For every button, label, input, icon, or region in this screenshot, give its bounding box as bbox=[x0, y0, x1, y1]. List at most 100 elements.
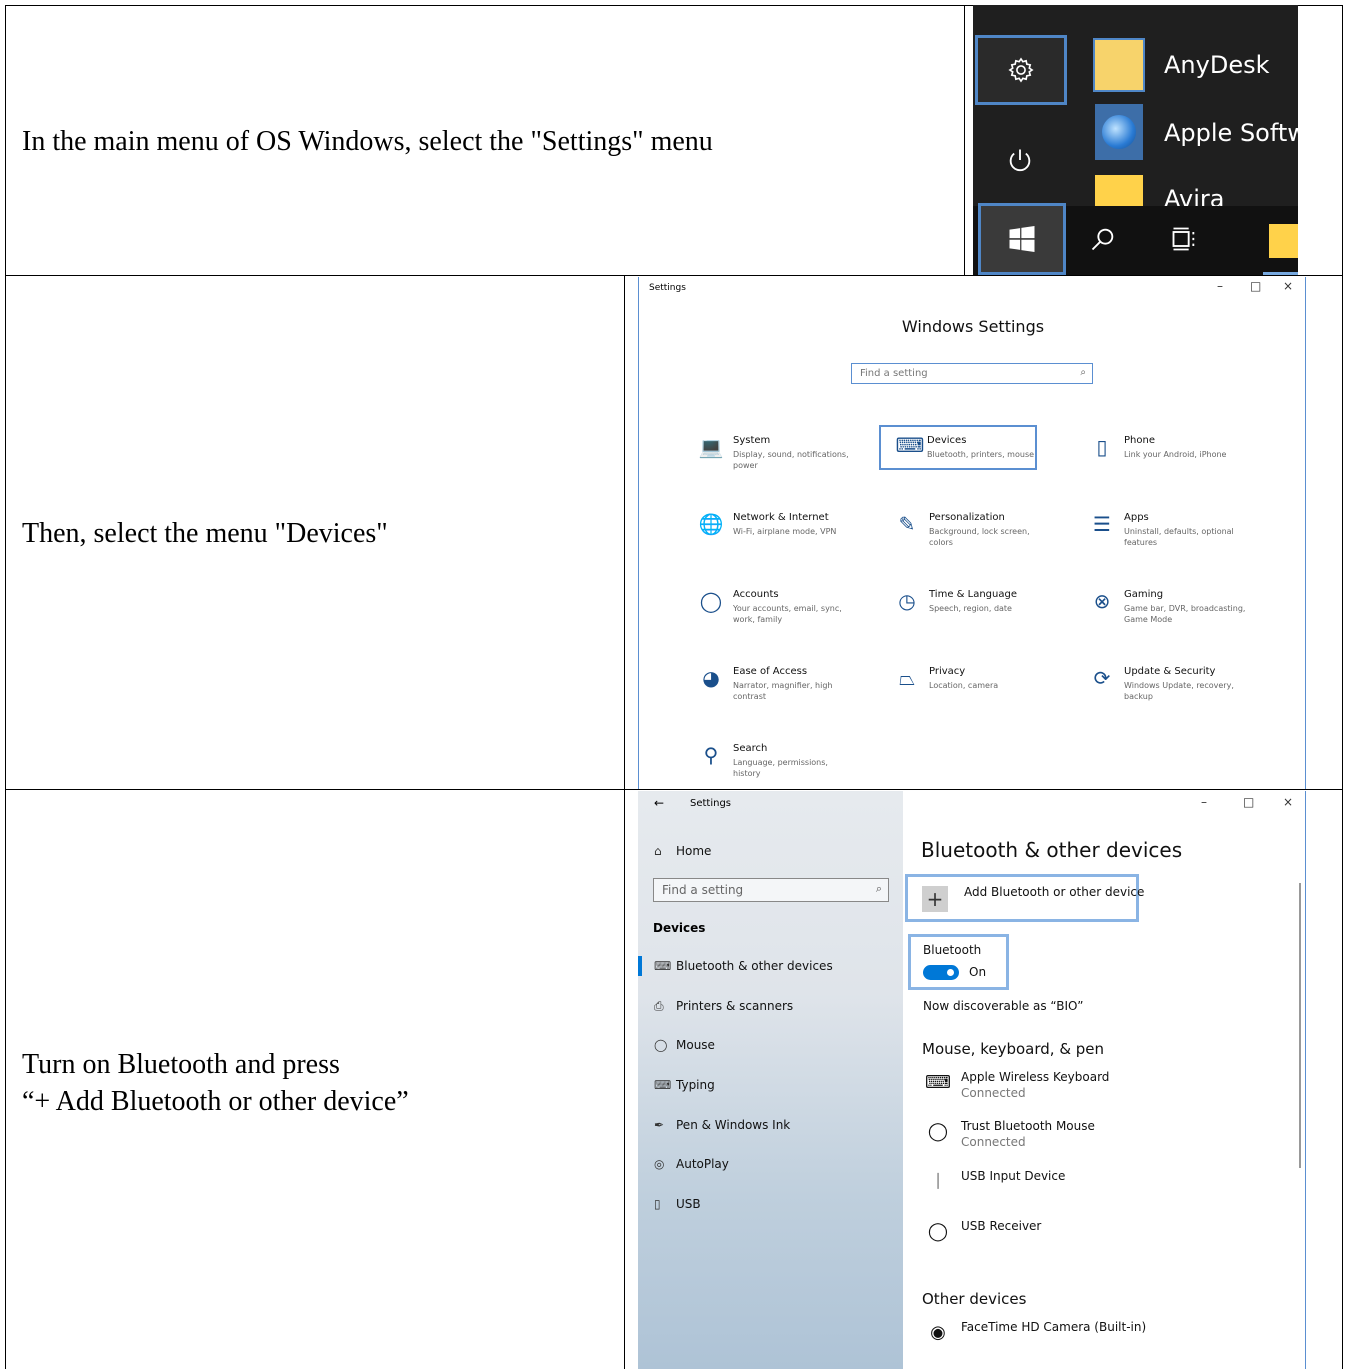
category-desc: Narrator, magnifier, high contrast bbox=[733, 681, 833, 701]
taskbar-active-indicator bbox=[1263, 272, 1298, 275]
sidebar-item-label: Pen & Windows Ink bbox=[676, 1118, 791, 1132]
bluetooth-toggle[interactable] bbox=[923, 965, 959, 980]
sidebar-item-typing[interactable]: ⌨ Typing bbox=[654, 1078, 715, 1092]
category-privacy[interactable]: ⏢ Privacy Location, camera bbox=[878, 666, 1058, 712]
start-menu-screenshot: AnyDesk Apple Softwa Avira bbox=[973, 5, 1298, 275]
scrollbar[interactable] bbox=[1299, 883, 1301, 1168]
search-placeholder: Find a setting bbox=[860, 368, 928, 379]
bluetooth-icon: ᛁ bbox=[932, 1171, 944, 1192]
device-name: USB Input Device bbox=[961, 1169, 1066, 1183]
anydesk-tile[interactable] bbox=[1093, 38, 1145, 92]
printer-icon: ⎙ bbox=[654, 999, 664, 1013]
category-name: Devices bbox=[927, 435, 967, 446]
bluetooth-label: Bluetooth bbox=[923, 943, 982, 957]
sidebar-item-mouse[interactable]: ◯ Mouse bbox=[654, 1038, 715, 1052]
settings-button[interactable] bbox=[975, 35, 1067, 105]
power-button[interactable] bbox=[995, 135, 1045, 185]
active-nav-indicator bbox=[638, 956, 642, 976]
taskbar bbox=[973, 203, 1298, 275]
home-link[interactable]: ⌂ Home bbox=[654, 844, 711, 858]
apple-software-update-icon bbox=[1095, 104, 1143, 160]
home-icon: ⌂ bbox=[654, 844, 662, 858]
add-device-button[interactable]: + Add Bluetooth or other device bbox=[905, 874, 1144, 922]
category-name: Personalization bbox=[929, 512, 1005, 523]
device-name: USB Receiver bbox=[961, 1219, 1042, 1233]
plus-icon: + bbox=[922, 886, 948, 912]
mouse-icon: ◯ bbox=[654, 1038, 668, 1052]
maximize-button[interactable]: □ bbox=[1243, 795, 1254, 809]
category-desc: Link your Android, iPhone bbox=[1124, 450, 1227, 459]
category-gaming[interactable]: ⊗ Gaming Game bar, DVR, broadcasting, Ga… bbox=[1073, 589, 1253, 635]
app-label-apple-software[interactable]: Apple Softwa bbox=[1164, 119, 1298, 147]
search-icon: ⚲ bbox=[703, 743, 719, 767]
minimize-button[interactable]: – bbox=[1201, 795, 1207, 809]
settings-search-input[interactable]: Find a setting ⌕ bbox=[851, 363, 1093, 384]
device-name: FaceTime HD Camera (Built-in) bbox=[961, 1320, 1147, 1334]
windows-logo-icon bbox=[1009, 226, 1035, 252]
category-desc: Display, sound, notifications, power bbox=[733, 450, 849, 470]
webcam-icon: ◉ bbox=[930, 1322, 946, 1343]
maximize-button[interactable]: □ bbox=[1250, 279, 1261, 293]
category-system[interactable]: 💻 System Display, sound, notifications, … bbox=[682, 435, 862, 481]
bluetooth-state: On bbox=[969, 965, 987, 979]
sidebar-item-pen[interactable]: ✒ Pen & Windows Ink bbox=[654, 1118, 790, 1132]
apps-list-icon: ☰ bbox=[1093, 512, 1111, 536]
autoplay-icon: ◎ bbox=[654, 1157, 665, 1171]
category-ease-of-access[interactable]: ◕ Ease of Access Narrator, magnifier, hi… bbox=[682, 666, 862, 712]
row-divider-2 bbox=[5, 789, 1343, 790]
app-label-anydesk[interactable]: AnyDesk bbox=[1164, 51, 1269, 79]
close-button[interactable]: × bbox=[1283, 279, 1293, 293]
device-name: Apple Wireless Keyboard bbox=[961, 1070, 1110, 1084]
sidebar-item-usb[interactable]: ▯ USB bbox=[654, 1197, 701, 1211]
category-time-language[interactable]: ◷ Time & Language Speech, region, date bbox=[878, 589, 1058, 635]
section-heading-other-devices: Other devices bbox=[922, 1290, 1027, 1308]
search-icon bbox=[1091, 228, 1114, 251]
sidebar-item-bluetooth[interactable]: ⌨ Bluetooth & other devices bbox=[654, 959, 833, 973]
category-desc: Background, lock screen, colors bbox=[929, 527, 1030, 547]
window-title: Settings bbox=[649, 283, 686, 293]
sidebar-item-label: Mouse bbox=[676, 1038, 715, 1052]
sidebar-item-printers[interactable]: ⎙ Printers & scanners bbox=[654, 999, 793, 1014]
taskbar-search-button[interactable] bbox=[1080, 216, 1126, 262]
section-heading-mouse-keyboard-pen: Mouse, keyboard, & pen bbox=[922, 1040, 1105, 1058]
category-search[interactable]: ⚲ Search Language, permissions, history bbox=[682, 743, 862, 789]
sidebar-item-label: USB bbox=[676, 1197, 701, 1211]
bluetooth-toggle-group: Bluetooth On bbox=[908, 934, 1009, 990]
back-button[interactable]: ← bbox=[654, 796, 664, 810]
category-network[interactable]: 🌐 Network & Internet Wi-Fi, airplane mod… bbox=[682, 512, 862, 558]
category-personalization[interactable]: ✎ Personalization Background, lock scree… bbox=[878, 512, 1058, 558]
category-apps[interactable]: ☰ Apps Uninstall, defaults, optional fea… bbox=[1073, 512, 1253, 558]
devices-icon: ⌨ bbox=[895, 433, 925, 457]
category-desc: Windows Update, recovery, backup bbox=[1124, 681, 1234, 701]
category-name: Network & Internet bbox=[733, 512, 829, 523]
start-button[interactable] bbox=[978, 203, 1066, 275]
add-device-label: Add Bluetooth or other device bbox=[964, 885, 1145, 899]
power-icon bbox=[1009, 149, 1031, 172]
category-name: Search bbox=[733, 743, 768, 754]
brush-icon: ✎ bbox=[898, 512, 916, 536]
search-icon: ⌕ bbox=[1080, 367, 1086, 378]
minimize-button[interactable]: – bbox=[1217, 279, 1223, 293]
category-devices[interactable]: ⌨ Devices Bluetooth, printers, mouse bbox=[879, 425, 1037, 470]
task-view-button[interactable] bbox=[1161, 216, 1207, 262]
close-button[interactable]: × bbox=[1283, 795, 1293, 809]
column-divider-row1 bbox=[964, 5, 965, 275]
row-divider-1 bbox=[5, 275, 1343, 276]
sidebar-item-autoplay[interactable]: ◎ AutoPlay bbox=[654, 1157, 729, 1171]
mouse-icon: ◯ bbox=[927, 1221, 949, 1242]
step-3-text-line1: Turn on Bluetooth and press bbox=[22, 1049, 340, 1080]
folder-icon[interactable] bbox=[1269, 224, 1298, 258]
category-phone[interactable]: ▯ Phone Link your Android, iPhone bbox=[1073, 435, 1253, 481]
usb-icon: ▯ bbox=[654, 1197, 661, 1211]
device-status: Connected bbox=[961, 1086, 1026, 1100]
sidebar-search-input[interactable]: Find a setting ⌕ bbox=[653, 878, 889, 902]
discoverable-text: Now discoverable as “BIO” bbox=[923, 999, 1084, 1013]
person-icon: ◯ bbox=[699, 589, 723, 613]
category-update-security[interactable]: ⟳ Update & Security Windows Update, reco… bbox=[1073, 666, 1253, 712]
pen-icon: ✒ bbox=[654, 1118, 665, 1132]
time-language-icon: ◷ bbox=[898, 589, 916, 613]
category-accounts[interactable]: ◯ Accounts Your accounts, email, sync, w… bbox=[682, 589, 862, 635]
category-name: System bbox=[733, 435, 771, 446]
mouse-icon: ◯ bbox=[927, 1121, 949, 1142]
category-desc: Bluetooth, printers, mouse bbox=[927, 450, 1035, 459]
